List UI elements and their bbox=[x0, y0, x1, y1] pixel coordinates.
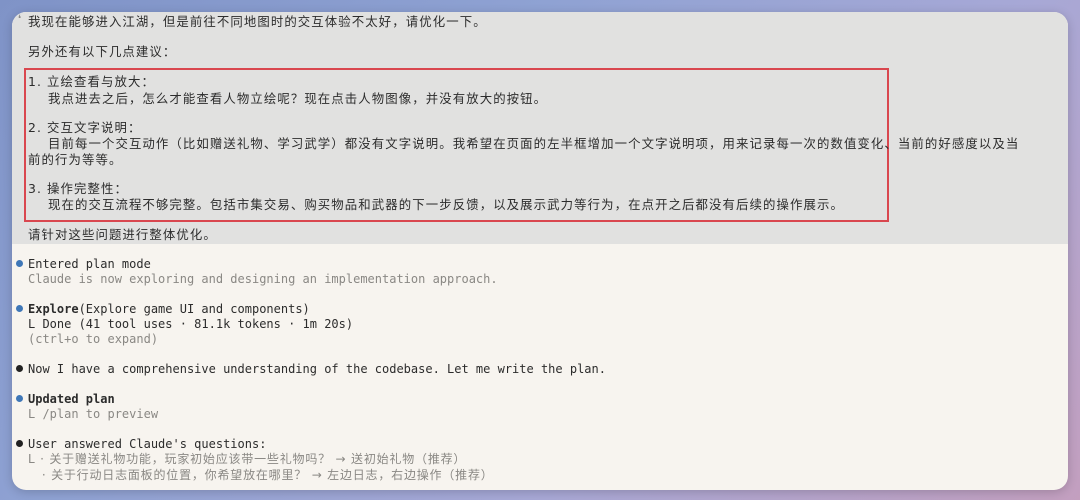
answer-line: L · 关于赠送礼物功能，玩家初始应该带一些礼物吗？ → 送初始礼物（推荐） bbox=[28, 452, 467, 466]
suggestion-title: 3. 操作完整性： bbox=[28, 181, 129, 196]
status-dot-icon bbox=[16, 395, 23, 402]
quote-icon: ❛ bbox=[18, 14, 22, 25]
explore-tool-name: Explore bbox=[28, 302, 79, 316]
user-message-closing: 请针对这些问题进行整体优化。 bbox=[28, 227, 217, 242]
user-message-line: 另外还有以下几点建议： bbox=[28, 44, 177, 59]
assistant-message: Now I have a comprehensive understanding… bbox=[28, 362, 606, 376]
suggestion-title: 2. 交互文字说明： bbox=[28, 120, 142, 135]
expand-hint[interactable]: (ctrl+o to expand) bbox=[28, 331, 158, 347]
plan-mode-title: Entered plan mode bbox=[28, 257, 151, 271]
status-dot-icon bbox=[16, 305, 23, 312]
message-dot-icon bbox=[16, 440, 23, 447]
suggestion-body: 现在的交互流程不够完整。包括市集交易、购买物品和武器的下一步反馈，以及展示武力等… bbox=[48, 197, 844, 212]
plan-mode-subtitle: Claude is now exploring and designing an… bbox=[28, 272, 498, 286]
updated-plan-detail[interactable]: L /plan to preview bbox=[28, 406, 158, 422]
updated-plan-title: Updated plan bbox=[28, 392, 115, 406]
suggestion-title: 1. 立绘查看与放大： bbox=[28, 74, 155, 89]
terminal-window: ❛ 我现在能够进入江湖，但是前往不同地图时的交互体验不太好，请优化一下。 另外还… bbox=[12, 12, 1068, 490]
explore-result: L Done (41 tool uses · 81.1k tokens · 1m… bbox=[28, 317, 354, 331]
explore-tool-call: Explore(Explore game UI and components) bbox=[28, 301, 310, 317]
suggestion-body: 我点进去之后，怎么才能查看人物立绘呢？现在点击人物图像，并没有放大的按钮。 bbox=[48, 91, 548, 106]
answer-line: · 关于行动日志面板的位置，你希望放在哪里？ → 左边日志，右边操作（推荐） bbox=[28, 468, 494, 482]
suggestion-body: 目前每一个交互动作（比如赠送礼物、学习武学）都没有文字说明。我希望在页面的左半框… bbox=[48, 136, 1020, 151]
suggestion-body: 前的行为等等。 bbox=[28, 152, 123, 167]
answers-title: User answered Claude's questions: bbox=[28, 437, 267, 451]
message-dot-icon bbox=[16, 365, 23, 372]
user-message-line: 我现在能够进入江湖，但是前往不同地图时的交互体验不太好，请优化一下。 bbox=[28, 14, 487, 29]
status-dot-icon bbox=[16, 260, 23, 267]
user-message-block: ❛ 我现在能够进入江湖，但是前往不同地图时的交互体验不太好，请优化一下。 另外还… bbox=[12, 12, 1068, 244]
explore-tool-args: (Explore game UI and components) bbox=[78, 302, 310, 316]
